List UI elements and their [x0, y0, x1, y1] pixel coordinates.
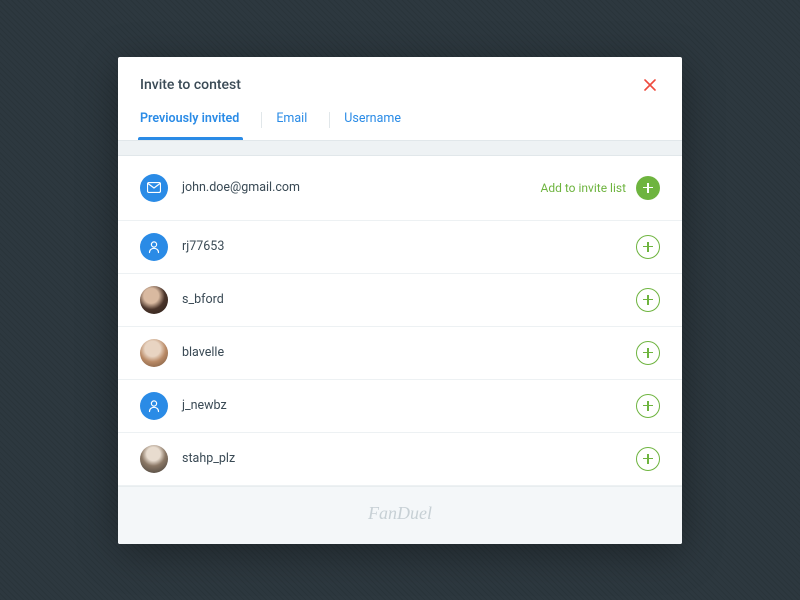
add-button[interactable] [636, 176, 660, 200]
list-item: stahp_plz [118, 433, 682, 486]
modal-title: Invite to contest [140, 77, 241, 93]
item-name: john.doe@gmail.com [182, 180, 541, 195]
invite-modal: Invite to contest Previously invited Ema… [118, 57, 682, 544]
user-icon [140, 233, 168, 261]
list-item: blavelle [118, 327, 682, 380]
item-name: stahp_plz [182, 451, 636, 466]
tabs: Previously invited Email Username [118, 101, 682, 140]
list-item: rj77653 [118, 221, 682, 274]
toolbar-strip [118, 140, 682, 156]
add-button[interactable] [636, 394, 660, 418]
item-name: blavelle [182, 345, 636, 360]
tab-separator [329, 112, 330, 128]
add-to-list-label: Add to invite list [541, 181, 626, 195]
item-name: rj77653 [182, 239, 636, 254]
list-item: john.doe@gmail.com Add to invite list [118, 156, 682, 221]
item-name: j_newbz [182, 398, 636, 413]
avatar [140, 286, 168, 314]
tab-previously-invited[interactable]: Previously invited [140, 101, 253, 140]
tab-email[interactable]: Email [276, 101, 321, 140]
brand-logo: FanDuel [118, 503, 682, 524]
add-button[interactable] [636, 341, 660, 365]
tab-username[interactable]: Username [344, 101, 415, 140]
list-item: j_newbz [118, 380, 682, 433]
add-button[interactable] [636, 288, 660, 312]
add-button[interactable] [636, 447, 660, 471]
invite-list: john.doe@gmail.com Add to invite list rj… [118, 156, 682, 486]
add-button[interactable] [636, 235, 660, 259]
close-icon[interactable] [640, 75, 660, 95]
avatar [140, 339, 168, 367]
item-name: s_bford [182, 292, 636, 307]
user-icon [140, 392, 168, 420]
modal-footer: FanDuel [118, 486, 682, 544]
mail-icon [140, 174, 168, 202]
list-item: s_bford [118, 274, 682, 327]
modal-header: Invite to contest [118, 57, 682, 101]
tab-separator [261, 112, 262, 128]
avatar [140, 445, 168, 473]
